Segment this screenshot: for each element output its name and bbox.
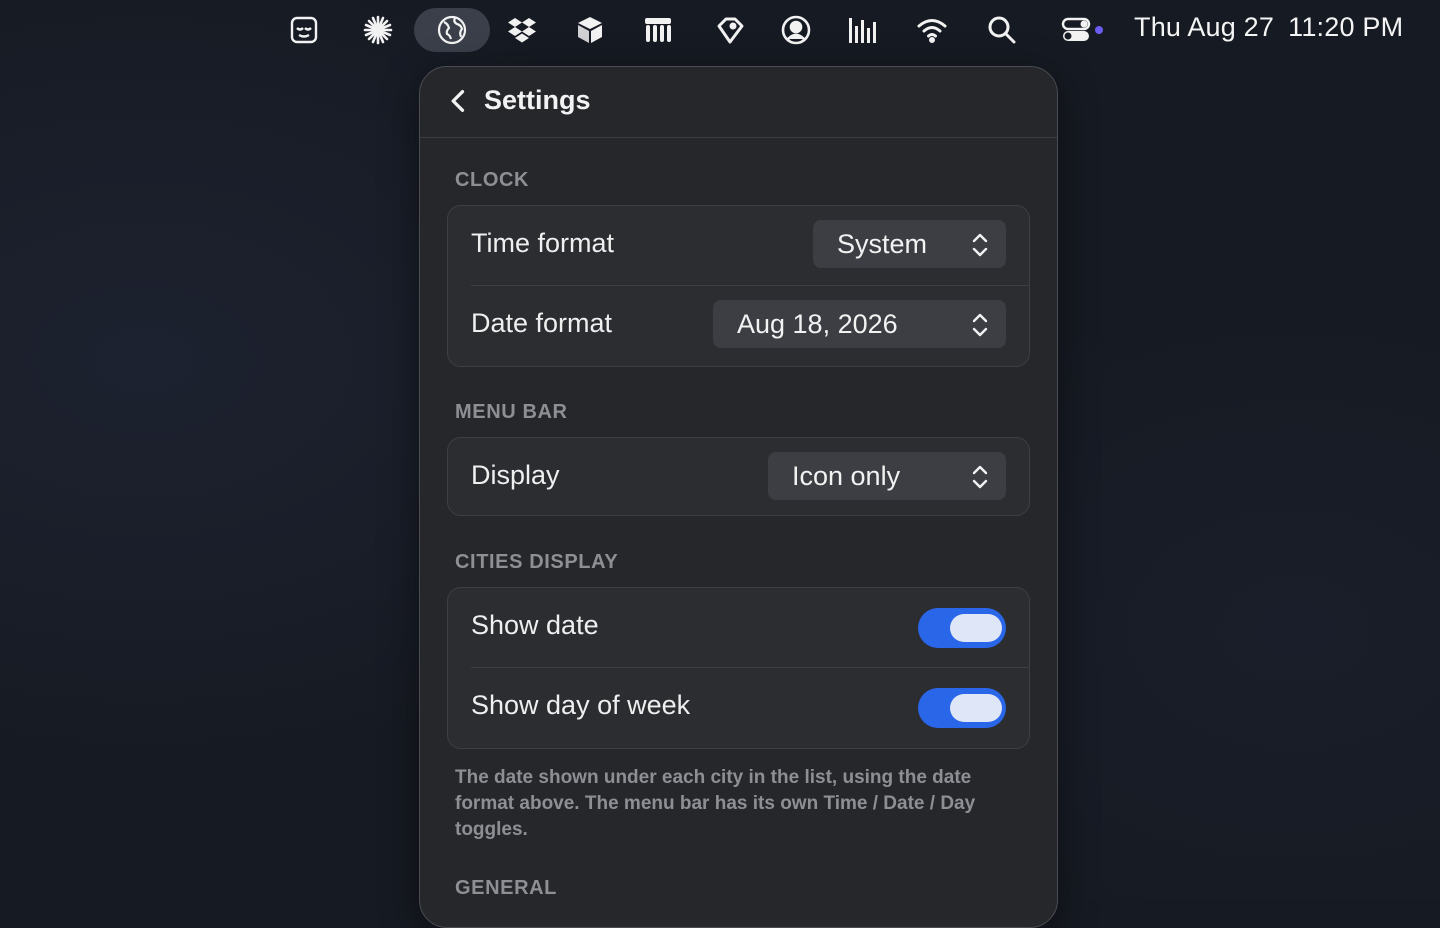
section-label-general: GENERAL: [455, 877, 557, 899]
back-button[interactable]: [442, 84, 476, 118]
up-down-chevron-icon: [972, 233, 988, 257]
bars-app-icon[interactable]: [636, 8, 680, 52]
menubar-time: 11:20 PM: [1288, 12, 1404, 42]
tag-icon[interactable]: [708, 8, 752, 52]
display-label: Display: [471, 460, 560, 490]
wifi-icon[interactable]: [910, 8, 954, 52]
page-title: Settings: [484, 85, 591, 115]
up-down-chevron-icon: [972, 465, 988, 489]
time-format-label: Time format: [471, 228, 615, 258]
control-center-icon[interactable]: [1056, 8, 1108, 52]
display-value: Icon only: [792, 460, 901, 491]
show-date-row: Show date: [448, 588, 1029, 668]
show-day-of-week-label: Show day of week: [471, 690, 691, 720]
sleepy-face-icon[interactable]: [282, 8, 326, 52]
settings-panel: Settings CLOCK Time format System Date f…: [419, 66, 1058, 928]
panel-header: Settings: [420, 67, 1057, 138]
menu-bar: Thu Aug 27 11:20 PM: [0, 0, 1440, 60]
section-label-cities-display: CITIES DISPLAY: [455, 551, 619, 573]
display-select[interactable]: Icon only: [768, 452, 1006, 500]
show-day-of-week-toggle[interactable]: [918, 688, 1006, 728]
menubar-date: Thu Aug 27: [1134, 12, 1275, 42]
menu-bar-card: Display Icon only: [447, 437, 1030, 516]
section-label-menu-bar: MENU BAR: [455, 401, 568, 423]
chevron-left-icon: [451, 90, 465, 112]
toggle-knob: [950, 614, 1002, 642]
section-label-clock: CLOCK: [455, 169, 530, 191]
time-format-value: System: [837, 228, 928, 259]
time-format-row: Time format System: [448, 206, 1029, 286]
show-date-toggle[interactable]: [918, 608, 1006, 648]
display-row: Display Icon only: [448, 438, 1029, 515]
cube-icon[interactable]: [568, 8, 612, 52]
clock-card: Time format System Date format Aug 18, 2…: [447, 205, 1030, 367]
show-day-of-week-row: Show day of week: [448, 668, 1029, 748]
time-format-select[interactable]: System: [813, 220, 1006, 268]
person-circle-icon[interactable]: [774, 8, 818, 52]
menubar-clock[interactable]: Thu Aug 27 11:20 PM: [1134, 12, 1403, 43]
equalizer-icon[interactable]: [840, 8, 884, 52]
date-format-select[interactable]: Aug 18, 2026: [713, 300, 1006, 348]
dropbox-icon[interactable]: [500, 8, 544, 52]
date-format-value: Aug 18, 2026: [737, 308, 898, 339]
up-down-chevron-icon: [972, 313, 988, 337]
date-format-label: Date format: [471, 308, 613, 338]
date-format-row: Date format Aug 18, 2026: [448, 286, 1029, 366]
globe-icon[interactable]: [414, 8, 490, 52]
search-icon[interactable]: [980, 8, 1024, 52]
show-date-label: Show date: [471, 610, 599, 640]
toggle-knob: [950, 694, 1002, 722]
cities-display-card: Show date Show day of week: [447, 587, 1030, 749]
asterisk-icon[interactable]: [356, 8, 400, 52]
cities-display-footnote: The date shown under each city in the li…: [455, 767, 976, 840]
